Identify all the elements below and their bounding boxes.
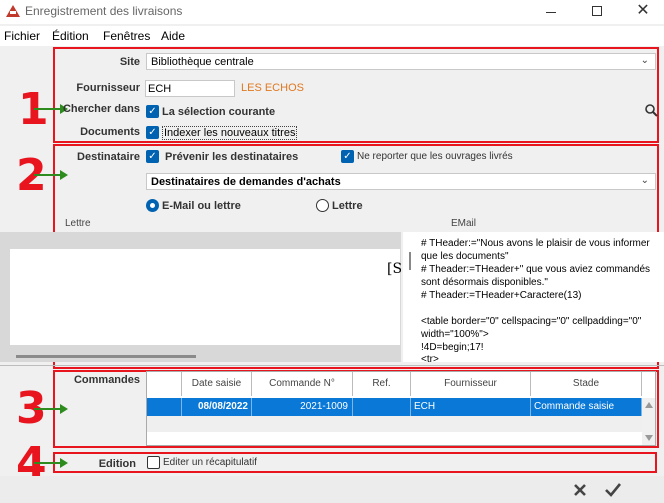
table-header-blank <box>147 372 182 396</box>
email-line: que les documents" <box>421 251 509 262</box>
check-icon[interactable] <box>604 482 622 498</box>
email-line: # Theader:=THeader+Caractere(13) <box>421 290 582 301</box>
app-logo-icon <box>6 5 20 17</box>
index-titles-label: Indexer les nouveaux titres <box>162 126 298 140</box>
column-header[interactable]: Ref. <box>353 372 411 396</box>
scroll-up-icon[interactable] <box>645 402 653 408</box>
letter-horizontal-scrollbar[interactable] <box>16 355 196 358</box>
radio-email-or-letter-label: E-Mail ou lettre <box>162 200 241 212</box>
cell-stage: Commande saisie <box>531 398 642 416</box>
email-line: # Theader:=THeader+" que vous aviez comm… <box>421 264 651 275</box>
index-titles-checkbox[interactable]: ✓ <box>146 126 159 139</box>
delivered-only-label: Ne reporter que les ouvrages livrés <box>357 151 513 162</box>
cell-order-number: 2021-1009 <box>252 398 353 416</box>
email-column-label: EMail <box>451 218 477 229</box>
menu-edition[interactable]: Édition <box>52 29 89 43</box>
notify-label: Prévenir les destinataires <box>165 151 299 163</box>
annotation-box-4 <box>53 452 657 473</box>
column-header[interactable]: Commande N° <box>252 372 353 396</box>
supplier-code-value: ECH <box>148 83 172 95</box>
table-row-empty <box>147 416 642 432</box>
minimize-icon <box>546 11 556 13</box>
site-label: Site <box>119 56 140 68</box>
minimize-button[interactable] <box>528 0 574 24</box>
orders-label: Commandes <box>73 374 140 386</box>
selection-label: La sélection courante <box>162 106 276 118</box>
menu-bar: Fichier Édition Fenêtres Aide <box>0 26 664 46</box>
summary-checkbox[interactable] <box>147 456 160 469</box>
cell-supplier: ECH <box>411 398 531 416</box>
title-bar: Enregistrement des livraisons ✕ <box>0 0 664 24</box>
letter-preview-text: [S <box>387 261 403 277</box>
chevron-down-icon: ⌄ <box>640 175 649 186</box>
supplier-code-input[interactable]: ECH <box>145 80 235 97</box>
bottom-toolbar <box>0 476 664 503</box>
notify-checkbox[interactable]: ✓ <box>146 150 159 163</box>
row-marker-cell <box>147 398 182 416</box>
close-icon[interactable] <box>573 483 587 497</box>
menu-fenetres[interactable]: Fenêtres <box>103 29 150 43</box>
email-line: width="100%"> <box>421 329 489 340</box>
cell-ref <box>353 398 411 416</box>
table-row[interactable]: 08/08/2022 2021-1009 ECH Commande saisie <box>147 398 642 416</box>
email-line: !4D=begin;17! <box>421 342 484 353</box>
site-value: Bibliothèque centrale <box>151 56 254 68</box>
search-icon[interactable] <box>645 104 658 117</box>
email-line: # THeader:="Nous avons le plaisir de vou… <box>421 238 650 249</box>
cell-date: 08/08/2022 <box>182 398 252 416</box>
menu-aide[interactable]: Aide <box>161 29 185 43</box>
summary-label: Editer un récapitulatif <box>163 457 257 468</box>
email-line: <table border="0" cellspacing="0" cellpa… <box>421 316 642 327</box>
delivered-only-checkbox[interactable]: ✓ <box>341 150 354 163</box>
maximize-button[interactable] <box>574 0 620 24</box>
orders-table: Date saisie Commande N° Ref. Fournisseur… <box>146 371 656 446</box>
email-vertical-scrollbar[interactable] <box>409 252 411 270</box>
close-window-button[interactable]: ✕ <box>620 0 664 24</box>
supplier-label: Fournisseur <box>76 82 140 94</box>
documents-label: Documents <box>80 126 140 138</box>
letter-panel: [S <box>0 232 403 362</box>
chevron-down-icon: ⌄ <box>640 55 649 66</box>
letter-column-label: Lettre <box>65 218 91 229</box>
supplier-name: LES ECHOS <box>241 82 304 94</box>
template-select[interactable]: Destinataires de demandes d'achats ⌄ <box>146 173 656 190</box>
selection-checkbox[interactable]: ✓ <box>146 105 159 118</box>
column-header[interactable]: Stade <box>531 372 642 396</box>
radio-letter-label: Lettre <box>332 200 363 212</box>
edition-label: Edition <box>98 458 136 470</box>
column-header[interactable]: Fournisseur <box>411 372 531 396</box>
recipient-label: Destinataire <box>77 151 140 163</box>
email-line: sont désormais disponibles." <box>421 277 548 288</box>
radio-letter[interactable] <box>316 199 329 212</box>
column-header[interactable]: Date saisie <box>182 372 252 396</box>
scroll-down-icon[interactable] <box>645 435 653 441</box>
annotation-arrow-icon <box>34 170 68 180</box>
annotation-arrow-icon <box>34 404 68 414</box>
window-title: Enregistrement des livraisons <box>25 4 183 18</box>
radio-email-or-letter[interactable] <box>146 199 159 212</box>
maximize-icon <box>592 6 602 16</box>
email-line: <tr> <box>421 354 439 362</box>
site-select[interactable]: Bibliothèque centrale ⌄ <box>146 53 656 70</box>
template-value: Destinataires de demandes d'achats <box>151 176 341 188</box>
menu-fichier[interactable]: Fichier <box>4 29 40 43</box>
email-editor[interactable]: # THeader:="Nous avons le plaisir de vou… <box>403 232 664 362</box>
table-vertical-scrollbar[interactable] <box>642 398 655 445</box>
search-in-label: Chercher dans <box>62 103 140 115</box>
letter-editor[interactable]: [S <box>10 249 403 345</box>
section-divider <box>0 365 664 366</box>
